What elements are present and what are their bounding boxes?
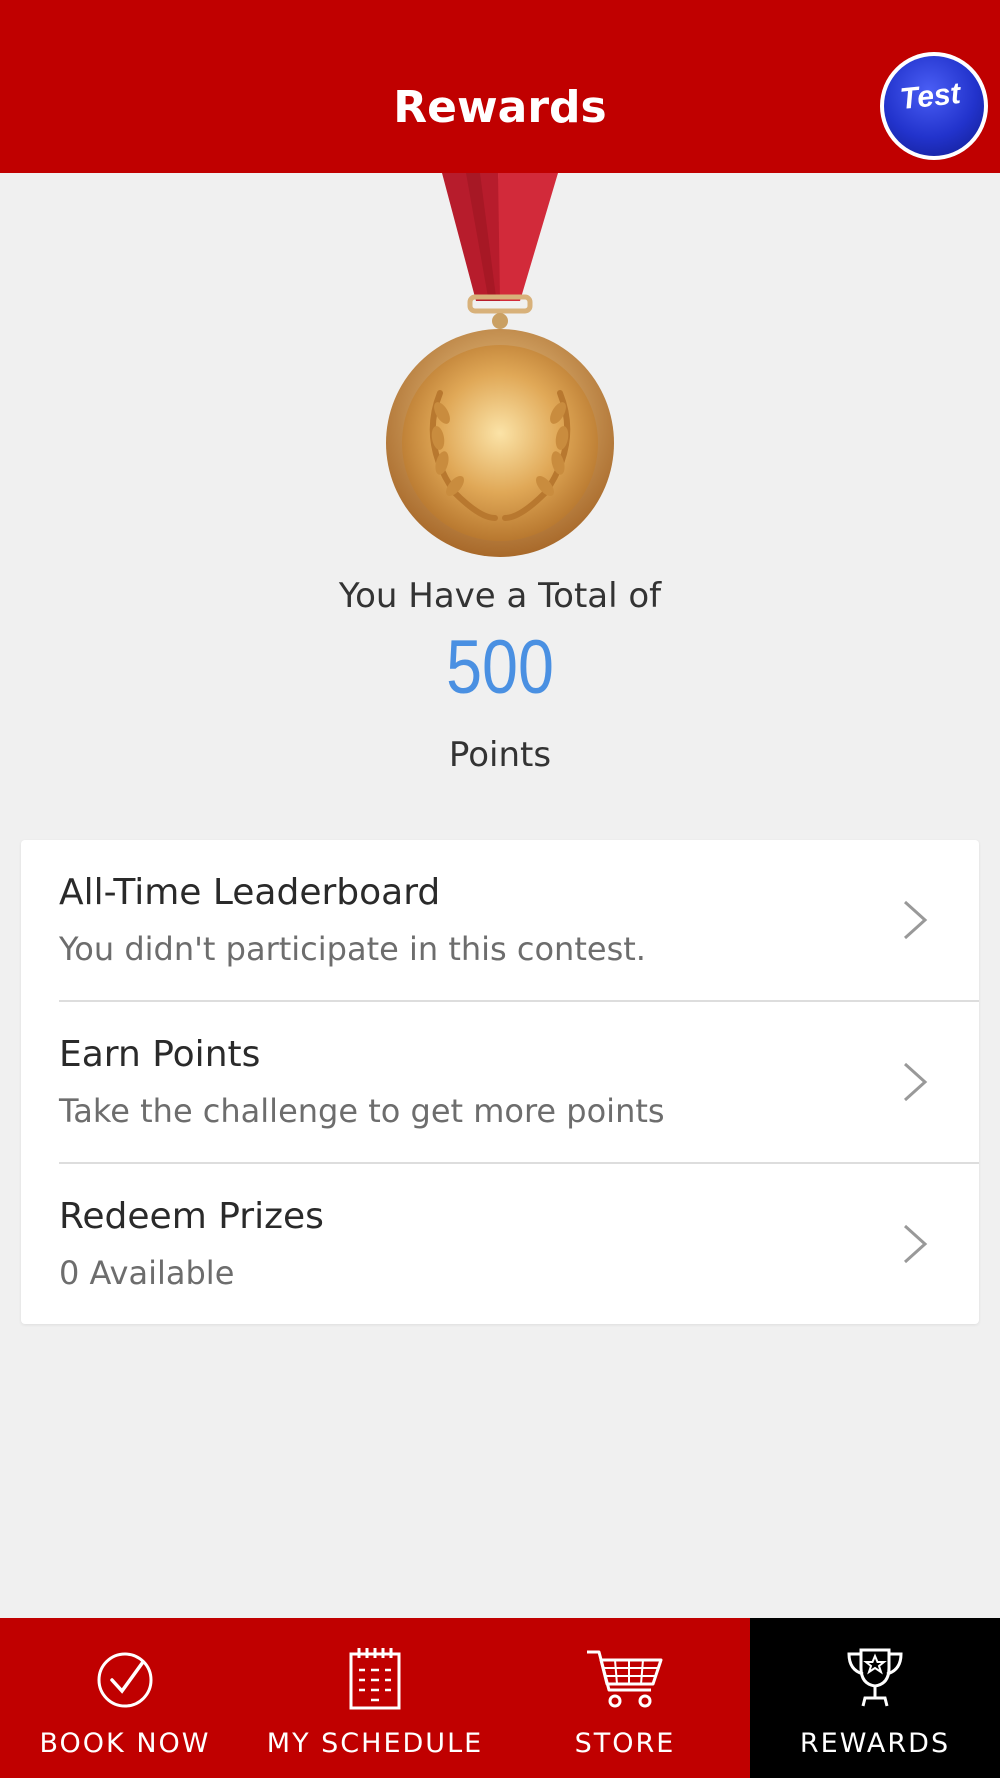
avatar[interactable]: Test (880, 52, 988, 160)
medal-icon (386, 173, 614, 557)
chevron-right-icon (903, 1062, 928, 1102)
avatar-text: Test (898, 76, 963, 117)
check-circle-icon (97, 1652, 153, 1708)
avatar-image: Test (884, 56, 984, 156)
menu-item-title: Redeem Prizes (59, 1196, 324, 1237)
tab-store[interactable]: STORE (500, 1618, 750, 1778)
rewards-menu-card: All-Time Leaderboard You didn't particip… (21, 840, 979, 1324)
menu-item-subtitle: You didn't participate in this contest. (59, 930, 646, 968)
menu-item-redeem-prizes[interactable]: Redeem Prizes 0 Available (21, 1164, 979, 1326)
menu-item-subtitle: 0 Available (59, 1254, 235, 1292)
menu-item-earn-points[interactable]: Earn Points Take the challenge to get mo… (21, 1002, 979, 1164)
tab-label: STORE (574, 1728, 676, 1759)
points-unit-label: Points (448, 735, 552, 775)
menu-item-subtitle: Take the challenge to get more points (59, 1092, 665, 1130)
menu-item-title: Earn Points (59, 1034, 261, 1075)
total-points-label: You Have a Total of (338, 576, 662, 616)
menu-item-title: All-Time Leaderboard (59, 872, 441, 913)
tab-label: MY SCHEDULE (266, 1728, 484, 1759)
calendar-icon (349, 1648, 401, 1710)
tab-book-now[interactable]: BOOK NOW (0, 1618, 250, 1778)
chevron-right-icon (903, 1224, 928, 1264)
tab-rewards[interactable]: REWARDS (750, 1618, 1000, 1778)
menu-item-leaderboard[interactable]: All-Time Leaderboard You didn't particip… (21, 840, 979, 1002)
page-title: Rewards (393, 82, 607, 133)
tab-label: BOOK NOW (39, 1728, 211, 1759)
tab-label: REWARDS (799, 1728, 951, 1759)
tab-my-schedule[interactable]: MY SCHEDULE (250, 1618, 500, 1778)
app-header: Rewards Test (0, 0, 1000, 173)
chevron-right-icon (903, 900, 928, 940)
points-value: 500 (446, 625, 554, 710)
bottom-tab-bar: BOOK NOW MY SCHEDULE STORE REWARDS (0, 1618, 1000, 1778)
trophy-icon (847, 1648, 903, 1707)
cart-icon (587, 1650, 663, 1708)
